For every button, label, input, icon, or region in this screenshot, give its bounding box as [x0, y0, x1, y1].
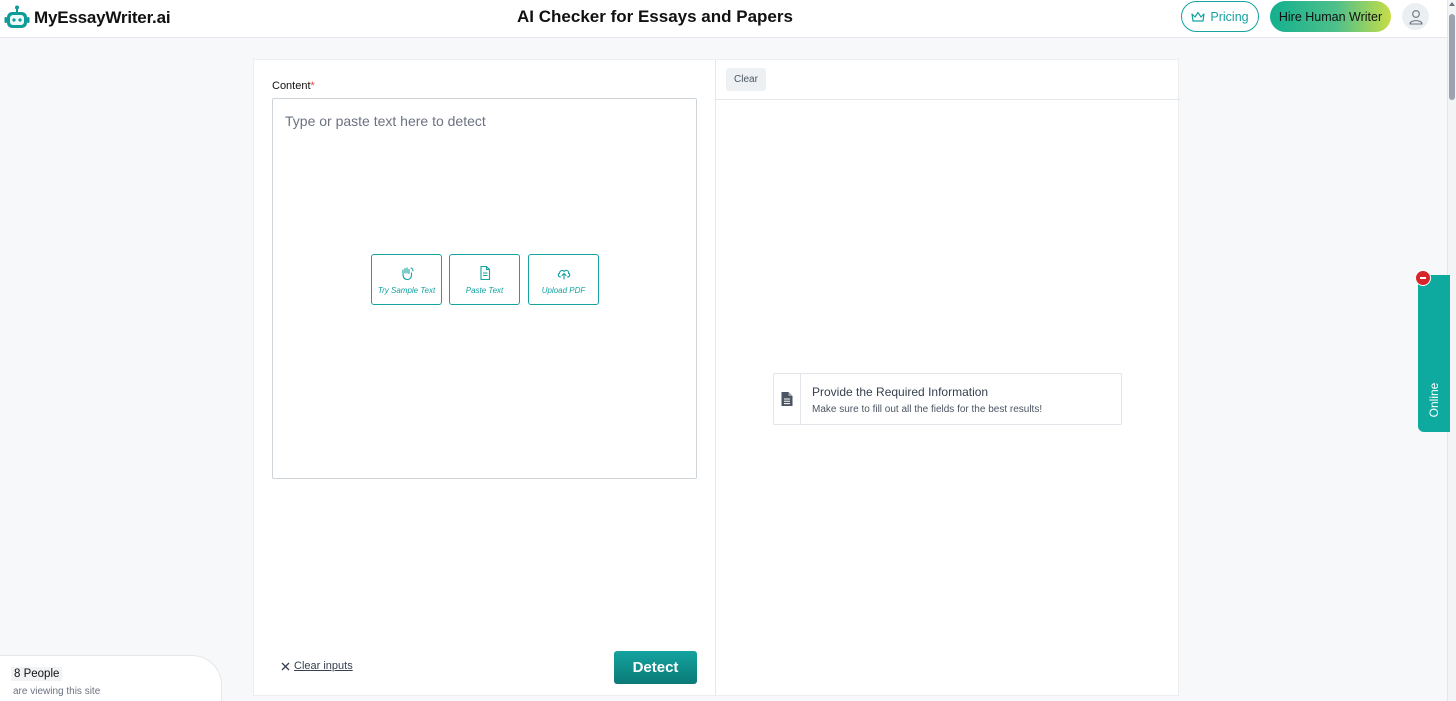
notice-title: Provide the Required Information — [812, 385, 989, 399]
hire-human-writer-button[interactable]: Hire Human Writer — [1270, 1, 1391, 32]
paste-text-label: Paste Text — [465, 285, 504, 295]
pricing-button[interactable]: Pricing — [1181, 1, 1259, 32]
pricing-label: Pricing — [1210, 9, 1249, 24]
page-title: AI Checker for Essays and Papers — [517, 7, 793, 26]
paste-text-button[interactable]: Paste Text — [449, 254, 520, 305]
required-mark: * — [310, 80, 315, 92]
content-label: Content* — [272, 80, 315, 92]
upload-pdf-button[interactable]: Upload PDF — [528, 254, 599, 305]
try-sample-text-label: Try Sample Text — [377, 285, 436, 295]
viewers-count: 8 People — [11, 667, 63, 681]
content-label-text: Content — [272, 80, 311, 92]
results-pane: Clear Provide the Required Information M… — [716, 60, 1180, 695]
detect-button[interactable]: Detect — [614, 651, 697, 684]
cloud-upload-icon — [557, 269, 570, 280]
close-icon — [281, 662, 290, 670]
notification-badge-icon[interactable] — [1415, 270, 1431, 286]
hand-wave-icon — [401, 266, 413, 280]
clear-results-button[interactable]: Clear — [726, 68, 766, 91]
results-toolbar: Clear — [716, 60, 1180, 100]
scrollbar-thumb[interactable] — [1449, 14, 1455, 100]
top-header: MyEssayWriter.ai AI Checker for Essays a… — [0, 0, 1456, 38]
scroll-up-arrow-icon[interactable] — [1449, 2, 1455, 6]
notice-icon-cell — [774, 374, 801, 424]
user-icon — [1408, 9, 1423, 25]
document-icon — [479, 265, 490, 280]
try-sample-text-button[interactable]: Try Sample Text — [371, 254, 442, 305]
required-info-notice: Provide the Required Information Make su… — [773, 373, 1122, 425]
crown-icon — [1191, 11, 1205, 22]
viewers-text: are viewing this site — [13, 686, 101, 697]
online-label[interactable]: Online — [1414, 383, 1454, 418]
live-viewers-widget: 8 People are viewing this site — [0, 655, 222, 701]
clear-inputs-link[interactable]: Clear inputs — [281, 660, 353, 672]
ai-checker-card: Content* Try Sample Text Paste Text — [253, 59, 1180, 696]
clear-inputs-label: Clear inputs — [294, 660, 353, 672]
input-pane: Content* Try Sample Text Paste Text — [254, 60, 716, 695]
content-textarea-wrapper: Try Sample Text Paste Text Upload PDF — [272, 98, 697, 479]
user-avatar-button[interactable] — [1402, 3, 1429, 30]
notice-subtitle: Make sure to fill out all the fields for… — [812, 404, 1043, 415]
document-filled-icon — [781, 392, 793, 406]
upload-pdf-label: Upload PDF — [541, 285, 586, 295]
